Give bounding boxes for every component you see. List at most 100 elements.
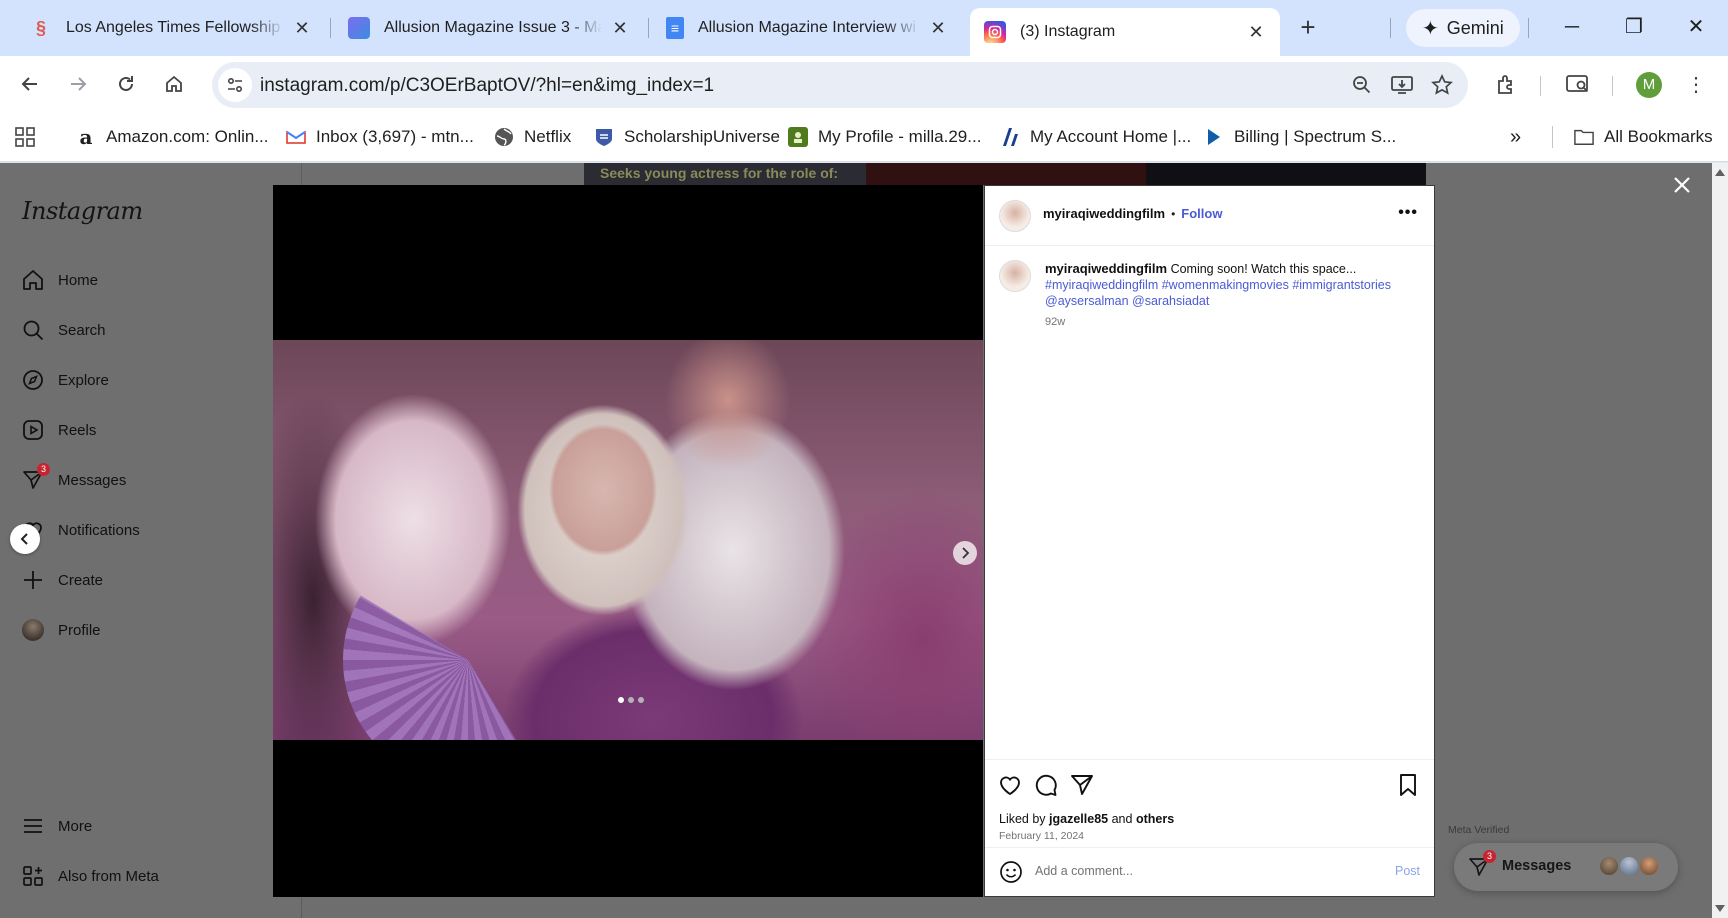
- bookmark-amazon[interactable]: a Amazon.com: Onlin...: [76, 124, 269, 150]
- follow-button[interactable]: Follow: [1181, 206, 1222, 221]
- bookmarks-overflow-button[interactable]: »: [1510, 124, 1521, 150]
- conversation-avatar: [1598, 855, 1620, 877]
- sidebar-item-explore[interactable]: Explore: [20, 365, 109, 395]
- sidebar-item-label: Also from Meta: [58, 867, 159, 885]
- sidebar-item-profile[interactable]: Profile: [20, 615, 101, 645]
- bookmarks-bar: a Amazon.com: Onlin... Inbox (3,697) - m…: [0, 112, 1728, 162]
- restore-window-button[interactable]: ❐: [1614, 10, 1654, 44]
- background-post-image: [1146, 163, 1426, 185]
- browser-tab-la-times[interactable]: § Los Angeles Times Fellowship A ✕: [16, 8, 326, 48]
- save-bookmark-icon[interactable]: [1395, 772, 1421, 798]
- minimize-window-button[interactable]: ─: [1552, 10, 1592, 44]
- comment-input[interactable]: Add a comment...: [1035, 864, 1133, 878]
- liked-by-and: and: [1111, 812, 1133, 826]
- profile-avatar-button[interactable]: M: [1636, 72, 1662, 98]
- close-tab-icon[interactable]: ✕: [610, 18, 630, 39]
- share-icon[interactable]: [1069, 772, 1095, 798]
- author-username[interactable]: myiraqiweddingfilm: [1043, 206, 1165, 221]
- post-date: February 11, 2024: [999, 830, 1085, 842]
- apps-grid-icon[interactable]: [14, 124, 36, 150]
- emoji-icon[interactable]: [999, 860, 1023, 889]
- liked-by-others[interactable]: others: [1136, 812, 1174, 826]
- browser-tab-instagram[interactable]: (3) Instagram ✕: [970, 8, 1280, 56]
- forward-arrow-icon[interactable]: [62, 68, 94, 100]
- gmail-icon: [286, 127, 306, 147]
- sidebar-item-also-from-meta[interactable]: Also from Meta: [20, 861, 159, 891]
- gemini-button[interactable]: ✦ Gemini: [1406, 9, 1520, 47]
- bookmark-star-icon[interactable]: [1430, 73, 1454, 97]
- bookmark-my-profile[interactable]: My Profile - milla.29...: [788, 124, 981, 150]
- post-photo[interactable]: [273, 340, 983, 740]
- caption-text: Coming soon! Watch this space...: [1170, 262, 1357, 276]
- previous-post-button[interactable]: [10, 524, 40, 554]
- zoom-icon[interactable]: [1350, 73, 1374, 97]
- bookmark-label: ScholarshipUniverse: [624, 127, 780, 146]
- post-header: myiraqiweddingfilm • Follow •••: [985, 186, 1434, 246]
- caption-username[interactable]: myiraqiweddingfilm: [1045, 261, 1167, 276]
- bookmark-my-account[interactable]: My Account Home |...: [1000, 124, 1191, 150]
- new-tab-button[interactable]: +: [1292, 12, 1324, 44]
- caption-mentions[interactable]: @aysersalman @sarahsiadat: [1045, 294, 1209, 308]
- scroll-up-arrow-icon[interactable]: [1715, 169, 1725, 176]
- meta-verified-label: Meta Verified: [1448, 824, 1510, 836]
- like-heart-icon[interactable]: [997, 772, 1023, 798]
- carousel-dot: [618, 697, 624, 703]
- chrome-menu-icon[interactable]: ⋮: [1680, 68, 1712, 100]
- browser-tab-allusion-issue[interactable]: Allusion Magazine Issue 3 - Ma ✕: [334, 8, 644, 48]
- meta-apps-icon: [20, 863, 46, 889]
- tab-title: Allusion Magazine Issue 3 - Ma: [384, 19, 602, 36]
- header-separator: •: [1171, 206, 1176, 221]
- bookmark-scholarshipuniverse[interactable]: ScholarshipUniverse: [594, 124, 780, 150]
- google-docs-icon: ≡: [666, 17, 684, 39]
- back-arrow-icon[interactable]: [14, 68, 46, 100]
- carousel-next-button[interactable]: [953, 541, 977, 565]
- bookmark-gmail[interactable]: Inbox (3,697) - mtn...: [286, 124, 474, 150]
- sidebar-item-label: Reels: [58, 421, 97, 439]
- sidebar-item-home[interactable]: Home: [20, 265, 98, 295]
- sidebar-item-messages[interactable]: 3 Messages: [20, 463, 126, 495]
- sidebar-item-label: Explore: [58, 371, 109, 389]
- carousel-indicator: [618, 697, 644, 703]
- more-options-icon[interactable]: •••: [1398, 204, 1418, 222]
- instagram-logo[interactable]: Instagram: [22, 197, 143, 225]
- post-comment-button[interactable]: Post: [1395, 864, 1420, 878]
- sidebar-item-reels[interactable]: Reels: [20, 415, 96, 445]
- close-tab-icon[interactable]: ✕: [928, 18, 948, 39]
- side-panel-search-icon[interactable]: [1562, 68, 1594, 100]
- tab-title: (3) Instagram: [1020, 23, 1116, 40]
- close-modal-icon[interactable]: [1668, 171, 1696, 199]
- bookmark-netflix[interactable]: Netflix: [494, 124, 571, 150]
- scroll-down-arrow-icon[interactable]: [1715, 905, 1725, 912]
- author-avatar[interactable]: [999, 200, 1031, 232]
- close-window-button[interactable]: ✕: [1676, 10, 1716, 44]
- address-bar[interactable]: instagram.com/p/C3OErBaptOV/?hl=en&img_i…: [212, 62, 1468, 108]
- liked-by-user[interactable]: jgazelle85: [1049, 812, 1108, 826]
- sidebar-item-more[interactable]: More: [20, 811, 92, 841]
- extensions-icon[interactable]: [1490, 68, 1522, 100]
- caption-author-avatar[interactable]: [999, 260, 1031, 292]
- bookmark-spectrum[interactable]: Billing | Spectrum S...: [1204, 124, 1396, 150]
- browser-toolbar: instagram.com/p/C3OErBaptOV/?hl=en&img_i…: [0, 56, 1728, 112]
- sidebar-item-label: Search: [58, 321, 106, 339]
- reload-icon[interactable]: [110, 68, 142, 100]
- site-info-icon[interactable]: [218, 68, 252, 102]
- reels-icon: [20, 417, 46, 443]
- comment-icon[interactable]: [1033, 772, 1059, 798]
- home-button-icon[interactable]: [158, 68, 190, 100]
- caption-hashtags[interactable]: #myiraqiweddingfilm #womenmakingmovies #…: [1045, 278, 1391, 292]
- sidebar-item-create[interactable]: Create: [20, 565, 103, 595]
- close-tab-icon[interactable]: ✕: [1246, 22, 1266, 43]
- scholarship-icon: [594, 127, 614, 147]
- sidebar-item-search[interactable]: Search: [20, 315, 106, 345]
- url-text[interactable]: instagram.com/p/C3OErBaptOV/?hl=en&img_i…: [260, 75, 714, 97]
- messages-floating-button[interactable]: 3 Messages: [1454, 843, 1678, 891]
- close-tab-icon[interactable]: ✕: [292, 18, 312, 39]
- post-actions: Liked by jgazelle85 and others February …: [985, 759, 1434, 895]
- browser-tab-allusion-interview[interactable]: ≡ Allusion Magazine Interview wi ✕: [652, 8, 962, 48]
- plus-icon: [20, 567, 46, 593]
- page-scrollbar[interactable]: [1712, 163, 1728, 918]
- search-icon: [20, 317, 46, 343]
- install-app-icon[interactable]: [1390, 73, 1414, 97]
- all-bookmarks-button[interactable]: All Bookmarks: [1574, 124, 1713, 150]
- messages-pill-badge: 3: [1483, 850, 1496, 863]
